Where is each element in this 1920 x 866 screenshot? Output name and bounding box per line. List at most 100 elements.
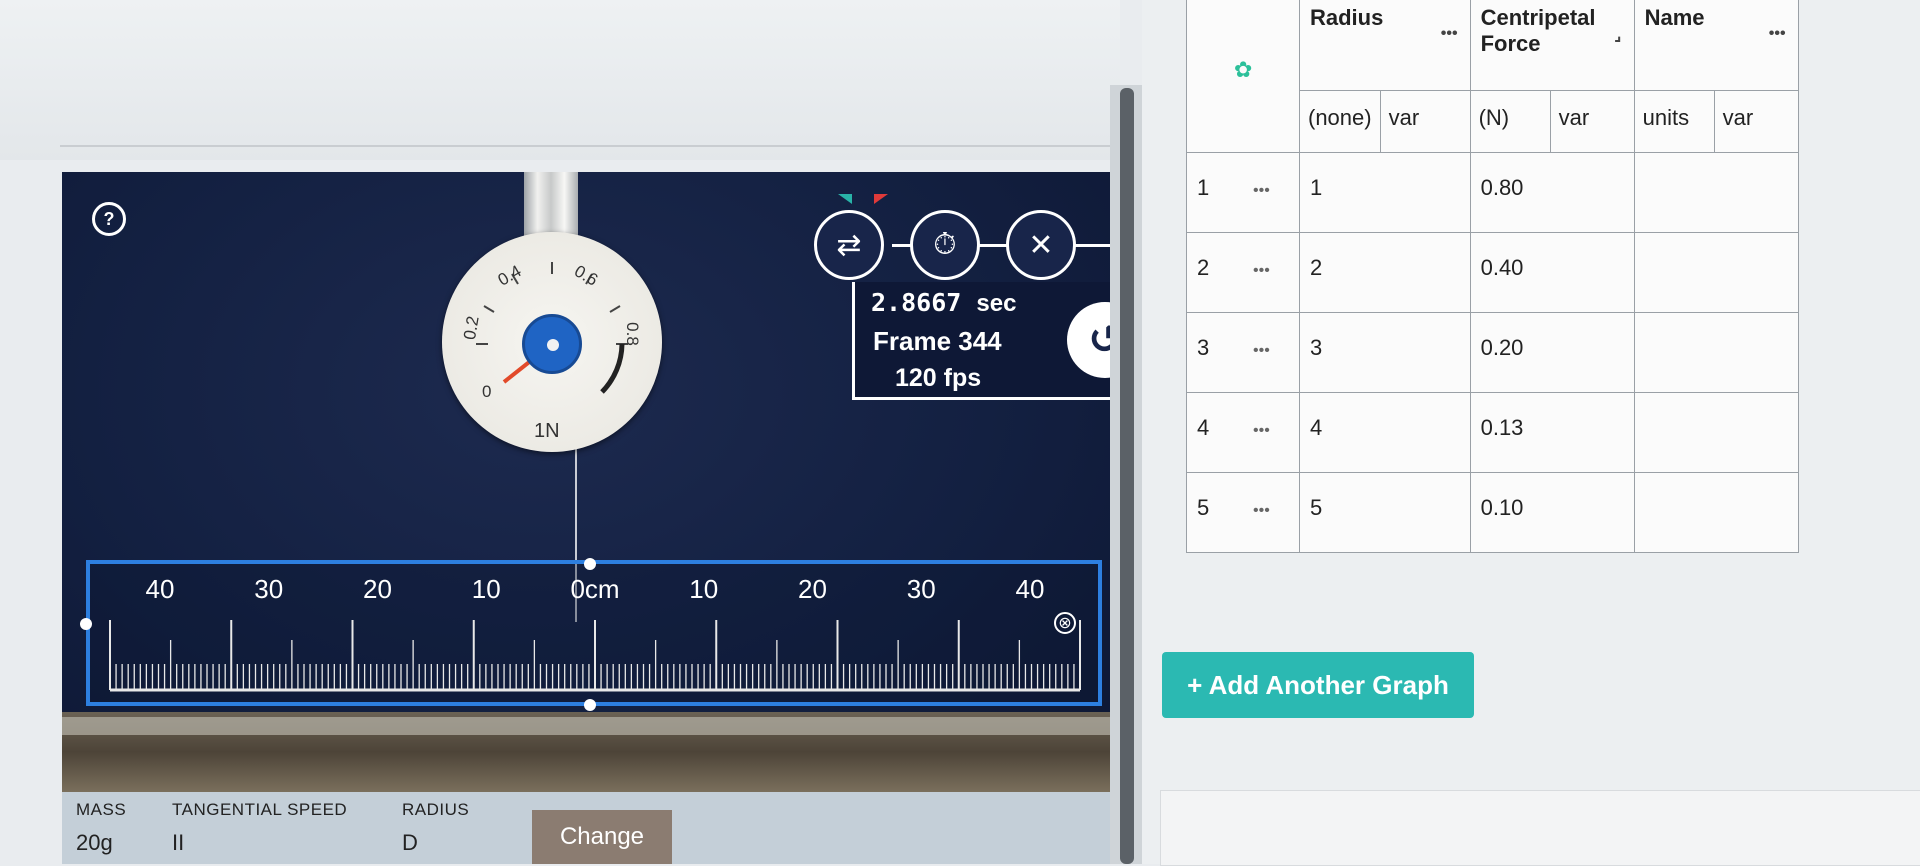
ruler-label: 10	[472, 574, 501, 604]
row-index: 5	[1197, 495, 1210, 520]
column-header-force[interactable]: Centripetal Force ⌟	[1469, 0, 1635, 91]
force-gauge: 0 0.2 0.4 0.6 0.8 1N	[442, 232, 662, 452]
marker-flag-red-icon	[874, 194, 888, 204]
column-name-force: Centripetal Force	[1480, 5, 1596, 56]
ruler-label: 10	[689, 574, 718, 604]
column-menu-icon[interactable]: •••	[1769, 25, 1786, 43]
row-index-cell[interactable]: 1 •••	[1186, 152, 1300, 233]
column-name-name: Name	[1644, 5, 1705, 30]
radius-cell[interactable]: 2	[1299, 232, 1471, 313]
name-cell[interactable]	[1633, 392, 1799, 473]
mass-label: MASS	[76, 800, 127, 819]
force-cell[interactable]: 0.20	[1469, 312, 1635, 393]
ruler-handle-bottom[interactable]	[584, 699, 596, 711]
radius-cell[interactable]: 5	[1299, 472, 1471, 553]
ruler-label: 20	[363, 574, 392, 604]
add-graph-button[interactable]: + Add Another Graph	[1162, 652, 1474, 718]
row-index-cell[interactable]: 3 •••	[1186, 312, 1300, 393]
force-var[interactable]: var	[1549, 90, 1635, 153]
row-index-cell[interactable]: 2 •••	[1186, 232, 1300, 313]
table-row[interactable]: 5 ••• 5 0.10	[1186, 472, 1799, 553]
gauge-label-0.8: 0.8	[622, 322, 642, 346]
ruler-overlay[interactable]: 40 30 20 10 0cm 10 20 30 40	[86, 560, 1102, 706]
tangential-speed-label: TANGENTIAL SPEED	[172, 800, 348, 819]
row-index: 3	[1197, 335, 1210, 360]
table-settings-cell: ✿	[1186, 0, 1300, 153]
time-value: 2.8667	[871, 288, 962, 317]
name-cell[interactable]	[1633, 152, 1799, 233]
ruler-label: 40	[1016, 574, 1045, 604]
gauge-label-0: 0	[482, 382, 492, 401]
radius-cell[interactable]: 3	[1299, 312, 1471, 393]
page-header-area	[0, 0, 1120, 160]
time-unit: sec	[976, 290, 1017, 317]
force-cell[interactable]: 0.13	[1469, 392, 1635, 473]
help-button[interactable]: ?	[92, 202, 126, 236]
gauge-label-0.2: 0.2	[459, 314, 483, 342]
ruler-close-icon[interactable]: ⊗	[1054, 612, 1076, 634]
ruler-handle-left[interactable]	[80, 618, 92, 630]
stopwatch-button[interactable]: ⏱	[910, 210, 980, 280]
row-menu-icon[interactable]: •••	[1253, 502, 1270, 519]
stopwatch-icon: ⏱	[933, 228, 957, 261]
table-row[interactable]: 4 ••• 4 0.13	[1186, 392, 1799, 473]
tangential-speed-value: II	[172, 830, 185, 855]
data-table: ✿ Radius ••• Centripetal Force ⌟ Name ••…	[1186, 0, 1799, 553]
column-name-radius: Radius	[1310, 5, 1384, 30]
row-menu-icon[interactable]: •••	[1253, 262, 1270, 279]
fps-display: 120 fps	[895, 364, 982, 392]
mass-value: 20g	[76, 830, 113, 855]
ruler-label: 20	[798, 574, 827, 604]
name-unit[interactable]: units	[1633, 90, 1715, 153]
column-menu-icon[interactable]: •••	[1441, 25, 1458, 43]
experiment-controls: MASS 20g TANGENTIAL SPEED II RADIUS D Ch…	[62, 792, 1118, 864]
name-cell[interactable]	[1633, 232, 1799, 313]
force-cell[interactable]: 0.40	[1469, 232, 1635, 313]
force-cell[interactable]: 0.80	[1469, 152, 1635, 233]
table-row[interactable]: 3 ••• 3 0.20	[1186, 312, 1799, 393]
radius-label: RADIUS	[402, 800, 470, 819]
table-row[interactable]: 2 ••• 2 0.40	[1186, 232, 1799, 313]
gauge-unit: 1N	[534, 420, 560, 442]
radius-value: D	[402, 830, 418, 855]
marker-flag-teal-icon	[838, 194, 852, 204]
force-cell[interactable]: 0.10	[1469, 472, 1635, 553]
ruler-toggle-button[interactable]: ⇄	[814, 210, 884, 280]
row-index-cell[interactable]: 5 •••	[1186, 472, 1300, 553]
change-button[interactable]: Change	[532, 810, 672, 864]
radius-unit[interactable]: (none)	[1299, 90, 1381, 153]
row-index: 2	[1197, 255, 1210, 280]
gear-icon[interactable]: ✿	[1234, 57, 1252, 83]
name-cell[interactable]	[1633, 472, 1799, 553]
column-menu-icon[interactable]: ⌟	[1614, 25, 1622, 45]
name-cell[interactable]	[1633, 312, 1799, 393]
column-header-radius[interactable]: Radius •••	[1299, 0, 1471, 91]
radius-cell[interactable]: 1	[1299, 152, 1471, 233]
ruler-label: 40	[146, 574, 175, 604]
row-index-cell[interactable]: 4 •••	[1186, 392, 1300, 473]
row-menu-icon[interactable]: •••	[1253, 182, 1270, 199]
radius-var[interactable]: var	[1379, 90, 1471, 153]
row-menu-icon[interactable]: •••	[1253, 422, 1270, 439]
gauge-hub	[522, 314, 582, 374]
table-row[interactable]: 1 ••• 1 0.80	[1186, 152, 1799, 233]
divider	[60, 145, 1120, 147]
row-index: 1	[1197, 175, 1210, 200]
apparatus-base	[62, 717, 1118, 735]
experiment-video[interactable]: ? 0 0.2 0.4 0.6 0.8 1N ⇄ ⏱ ✕ 2.8667 sec …	[62, 172, 1118, 792]
ruler-handle-top[interactable]	[584, 558, 596, 570]
row-menu-icon[interactable]: •••	[1253, 342, 1270, 359]
tools-button[interactable]: ✕	[1006, 210, 1076, 280]
tools-icon: ✕	[1028, 228, 1054, 262]
row-index: 4	[1197, 415, 1210, 440]
ruler-label: 30	[254, 574, 283, 604]
graph-area	[1160, 790, 1920, 866]
ruler-label: 0cm	[570, 574, 619, 604]
name-var[interactable]: var	[1713, 90, 1799, 153]
radius-cell[interactable]: 4	[1299, 392, 1471, 473]
force-unit[interactable]: (N)	[1469, 90, 1551, 153]
ruler-ticks: 40 30 20 10 0cm 10 20 30 40	[109, 574, 1081, 692]
column-header-name[interactable]: Name •••	[1633, 0, 1799, 91]
ruler-toggle-icon: ⇄	[836, 228, 862, 262]
scrollbar-thumb[interactable]	[1120, 88, 1134, 864]
